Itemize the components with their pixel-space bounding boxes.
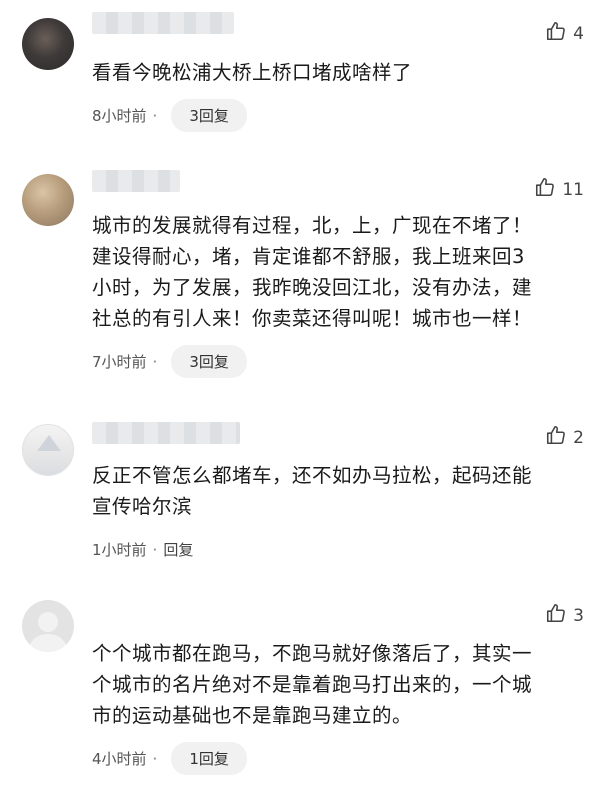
reply-button[interactable]: 回复 — [163, 539, 193, 560]
like-count: 3 — [573, 605, 584, 626]
comment-time: 1小时前 — [92, 541, 147, 559]
comment-meta: 4小时前 · 1回复 — [92, 742, 247, 775]
comment-text: 城市的发展就得有过程，北，上，广现在不堵了！ 建设得耐心，堵，肯定谁都不舒服，我… — [92, 214, 533, 330]
avatar[interactable] — [22, 174, 74, 226]
avatar[interactable] — [22, 424, 74, 476]
comment-time: 7小时前 — [92, 353, 147, 371]
replies-button[interactable]: 3回复 — [171, 345, 247, 378]
comment-item: 11 城市的发展就得有过程，北，上，广现在不堵了！ 建设得耐心，堵，肯定谁都不舒… — [0, 160, 604, 378]
username-blurred[interactable] — [92, 422, 240, 444]
comment-time: 4小时前 — [92, 750, 147, 768]
default-avatar-icon — [38, 612, 58, 632]
comment-meta: 1小时前 · 回复 — [92, 539, 193, 560]
replies-button[interactable]: 1回复 — [171, 742, 247, 775]
like-button[interactable]: 4 — [545, 20, 584, 47]
separator-dot: · — [152, 106, 158, 125]
avatar-landscape-icon — [37, 435, 61, 451]
comment-text: 个个城市都在跑马，不跑马就好像落后了，其实一 个城市的名片绝对不是靠着跑马打出来… — [92, 642, 533, 727]
avatar[interactable] — [22, 18, 74, 70]
replies-button[interactable]: 3回复 — [171, 99, 247, 132]
comment-text: 反正不管怎么都堵车，还不如办马拉松，起码还能 宣传哈尔滨 — [92, 464, 533, 518]
separator-dot: · — [152, 749, 158, 768]
comment-item: 3 个个城市都在跑马，不跑马就好像落后了，其实一 个城市的名片绝对不是靠着跑马打… — [0, 590, 604, 780]
like-count: 4 — [573, 23, 584, 44]
like-button[interactable]: 11 — [534, 176, 584, 203]
comment-text: 看看今晚松浦大桥上桥口堵成啥样了 — [92, 61, 413, 84]
separator-dot: · — [152, 540, 158, 559]
like-button[interactable]: 2 — [545, 424, 584, 451]
separator-dot: · — [152, 352, 158, 371]
thumbs-up-icon — [545, 602, 567, 629]
username-blurred[interactable] — [92, 170, 180, 192]
thumbs-up-icon — [545, 20, 567, 47]
comment-time: 8小时前 — [92, 107, 147, 125]
default-avatar-body — [30, 634, 66, 652]
like-count: 2 — [573, 427, 584, 448]
comment-item: 2 反正不管怎么都堵车，还不如办马拉松，起码还能 宣传哈尔滨 1小时前 · 回复 — [0, 410, 604, 600]
like-count: 11 — [562, 179, 584, 200]
comment-meta: 7小时前 · 3回复 — [92, 345, 247, 378]
comment-meta: 8小时前 · 3回复 — [92, 99, 247, 132]
thumbs-up-icon — [534, 176, 556, 203]
thumbs-up-icon — [545, 424, 567, 451]
avatar[interactable] — [22, 600, 74, 652]
like-button[interactable]: 3 — [545, 602, 584, 629]
username-blurred[interactable] — [92, 12, 234, 34]
